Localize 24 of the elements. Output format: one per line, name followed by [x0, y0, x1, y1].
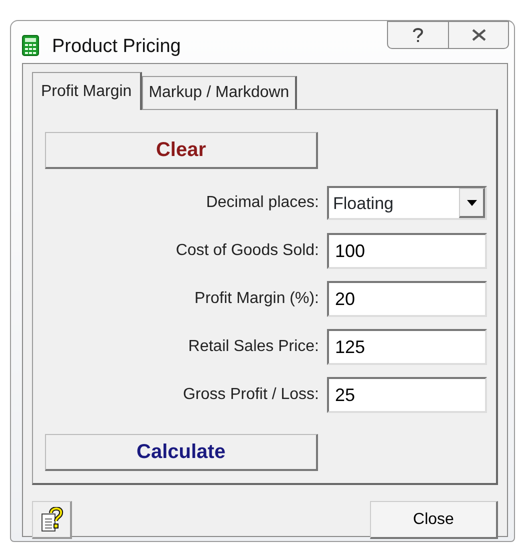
input-field[interactable]: 125	[327, 329, 487, 365]
calculate-button[interactable]: Calculate	[45, 434, 318, 471]
close-icon	[472, 29, 486, 41]
input-field[interactable]: 20	[327, 281, 487, 317]
field-label: Decimal places:	[206, 193, 319, 213]
field-label: Retail Sales Price:	[188, 337, 319, 357]
help-icon	[412, 27, 424, 43]
window-title: Product Pricing	[52, 35, 181, 59]
dropdown-arrow-icon	[466, 200, 476, 206]
close-button[interactable]: Close	[370, 501, 498, 539]
field-label: Profit Margin (%):	[194, 289, 319, 309]
close-button[interactable]	[448, 21, 509, 49]
decimal-places-dropdown[interactable]: Floating	[327, 186, 487, 220]
help-button[interactable]	[387, 21, 448, 49]
field-label: Gross Profit / Loss:	[182, 385, 319, 405]
tab[interactable]: Markup / Markdown	[142, 76, 298, 109]
clear-button[interactable]: Clear	[45, 132, 318, 169]
calculator-icon	[22, 35, 39, 56]
field-label: Cost of Goods Sold:	[176, 241, 319, 261]
help-button[interactable]	[32, 501, 72, 539]
tab[interactable]: Profit Margin	[32, 72, 142, 110]
input-field[interactable]: 100	[327, 233, 487, 269]
input-field[interactable]: 25	[327, 377, 487, 413]
help-document-icon	[40, 506, 64, 532]
